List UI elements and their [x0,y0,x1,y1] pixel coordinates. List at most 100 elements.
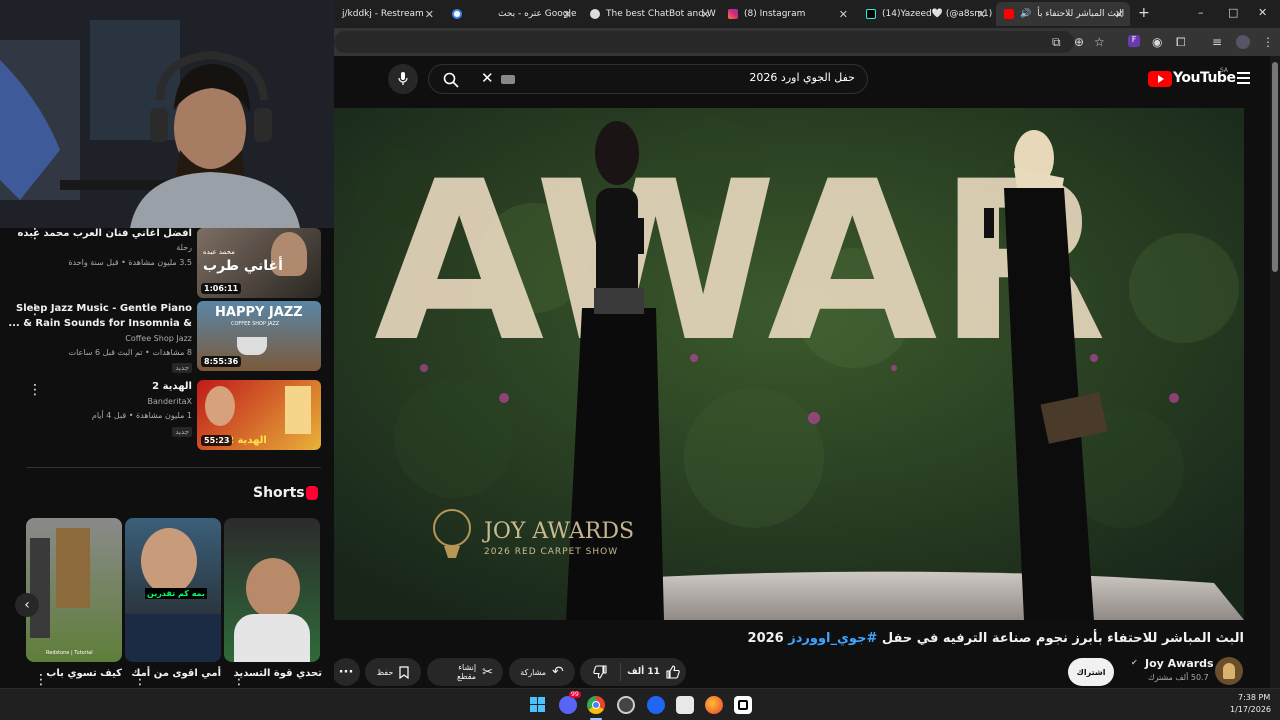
backdrop-letters: AWAR [374,134,1107,390]
keyboard-icon[interactable] [501,75,515,84]
channel-avatar[interactable] [1215,657,1243,685]
clock-date[interactable]: 1/17/2026 [1230,705,1271,714]
tab-close-icon[interactable]: ✕ [563,8,572,21]
youtube-tab-icon [1004,9,1014,19]
like-dislike-group: 11 ألف [580,658,686,686]
search-icon[interactable] [443,72,459,88]
tab-tiktok[interactable]: (14)Yazeed🤍 (@a8sm1) ✕ [858,2,992,26]
new-badge: جديد [172,427,192,437]
share-label: مشاركة [520,667,547,677]
app-blue-icon[interactable] [647,696,665,714]
minimize-button[interactable]: – [1198,6,1204,19]
share-button[interactable]: ↶ مشاركة [509,658,575,686]
divider [26,467,321,468]
related-video-title[interactable]: الهدية 2 [152,381,192,392]
tab-close-icon[interactable]: ✕ [425,8,434,21]
tab-close-icon[interactable]: ✕ [1115,8,1124,21]
firefox-icon[interactable] [705,696,723,714]
related-video-channel[interactable]: Coffee Shop Jazz [125,334,192,343]
subscribe-label: اشتراك [1076,667,1106,677]
video-frame: AWAR JOY AWARDS 2026 RED CARPET SHOW [334,108,1244,620]
related-video-channel[interactable]: رحلة [176,243,192,252]
thumbnail-caption: الهدية 2 [227,435,267,446]
extension-f-icon[interactable]: F [1128,35,1140,47]
short-title[interactable]: كيف تسوي باب [46,668,122,679]
related-video-title-line2[interactable]: & Rain Sounds for Insomnia & ... [8,318,192,329]
thumbs-down-icon [593,665,607,679]
search-input[interactable]: حفل الجوي اورد 2026 [749,71,855,84]
related-video-title[interactable]: Sleep Jazz Music - Gentle Piano [16,303,192,314]
save-button[interactable]: حفظ [365,658,421,686]
browser-menu-icon[interactable]: ⋮ [1262,35,1274,49]
extension-icon[interactable]: ◉ [1152,35,1162,49]
tab-restream[interactable]: j/kddkj - Restream ✕ [334,2,440,26]
thumbnail-subcaption: محمد عبده [203,248,235,256]
clock-time[interactable]: 7:38 PM [1238,693,1270,702]
short-title[interactable]: تحدي قوة التسديد [234,668,322,679]
dislike-button[interactable] [580,665,620,679]
voice-search-button[interactable] [388,64,418,94]
channel-name[interactable]: Joy Awards [1145,657,1214,670]
tab-google-search[interactable]: عتره - بحث Google ✕ [444,2,578,26]
shorts-logo-icon [306,486,318,500]
new-tab-button[interactable]: + [1138,5,1150,21]
short-options-icon[interactable]: ⋮ [232,672,246,688]
youtube-logo-icon[interactable] [1148,71,1172,87]
tab-label: j/kddkj - Restream [342,9,424,19]
clip-button[interactable]: ✂ إنشاء مقطع [427,658,503,686]
maximize-button[interactable]: □ [1228,6,1238,19]
extensions-puzzle-icon[interactable]: ⧠ [1176,35,1186,50]
shorts-prev-button[interactable]: ‹ [15,593,39,617]
obs-icon[interactable] [617,696,635,714]
tab-instagram[interactable]: (8) Instagram ✕ [720,2,854,26]
related-video-title[interactable]: افضل اغاني فنان العرب محمد عبده [17,228,192,239]
short-card[interactable]: بمه كم تقدرين [125,518,221,662]
subscribe-button[interactable]: اشتراك [1068,658,1114,686]
chrome-icon[interactable] [587,696,605,714]
hamburger-menu-icon[interactable] [1237,72,1250,84]
video-title-hashtag[interactable]: #جوي_اووردز [788,631,877,646]
tab-close-icon[interactable]: ✕ [977,8,986,21]
tab-close-icon[interactable]: ✕ [839,8,848,21]
related-video-thumbnail[interactable]: HAPPY JAZZ COFFEE SHOP JAZZ 8:55:36 [197,301,321,371]
related-video-thumbnail[interactable]: الهدية 2 55:23 [197,380,321,450]
tab-close-icon[interactable]: ✕ [701,8,710,21]
windows-start-icon[interactable] [529,696,547,714]
video-title-prefix: البث المباشر للاحتفاء بأبرز نجوم صناعة ا… [881,631,1244,646]
app-camera-icon[interactable] [676,696,694,714]
zoom-icon[interactable]: ⊕ [1074,35,1084,49]
related-video-thumbnail[interactable]: محمد عبده أغاني طرب 1:06:11 [197,228,321,298]
short-options-icon[interactable]: ⋮ [133,672,147,688]
clear-search-icon[interactable]: ✕ [481,69,494,87]
page-scrollbar[interactable] [1270,56,1280,688]
close-window-button[interactable]: ✕ [1258,6,1267,19]
video-options-icon[interactable]: ⋮ [28,382,42,398]
tab-label: (14)Yazeed🤍 (@a8sm1) [882,9,992,19]
short-options-icon[interactable]: ⋮ [34,672,48,688]
search-box[interactable]: ✕ حفل الجوي اورد 2026 [428,64,868,94]
profile-avatar[interactable] [1236,35,1250,49]
discord-icon[interactable]: 99 [559,691,581,714]
microphone-icon [398,72,408,85]
short-card[interactable]: Redstone | Tutorial [26,518,122,662]
like-button[interactable]: 11 ألف [620,663,686,681]
video-duration: 1:06:11 [201,283,242,294]
address-field[interactable] [334,31,1074,53]
bookmark-star-icon[interactable]: ☆ [1094,35,1105,49]
thumbs-up-icon [666,665,680,679]
overlay-subtitle: 2026 RED CARPET SHOW [484,547,618,557]
webcam-feed [0,0,334,228]
related-video-meta: 8 مشاهدات • تم البث قبل 6 ساعات [68,348,192,357]
overlay-title: JOY AWARDS [482,519,634,544]
related-video-channel[interactable]: BanderitaX [148,397,193,406]
cast-icon[interactable]: ⧉ [1052,35,1061,50]
speaker-icon[interactable]: 🔊 [1020,9,1031,19]
short-card[interactable] [224,518,320,662]
more-actions-button[interactable]: ··· [332,658,360,686]
tab-youtube-active[interactable]: 🔊 البث المباشر للاحتفاء بأ ✕ [996,2,1130,26]
reading-list-icon[interactable]: ≡ [1212,35,1222,49]
more-horizontal-icon: ··· [338,664,354,680]
capcut-icon[interactable] [734,696,752,714]
tab-chatbot[interactable]: The best ChatBot and Wi ✕ [582,2,716,26]
video-player[interactable]: AWAR JOY AWARDS 2026 RED CARPET SHOW [334,108,1244,620]
